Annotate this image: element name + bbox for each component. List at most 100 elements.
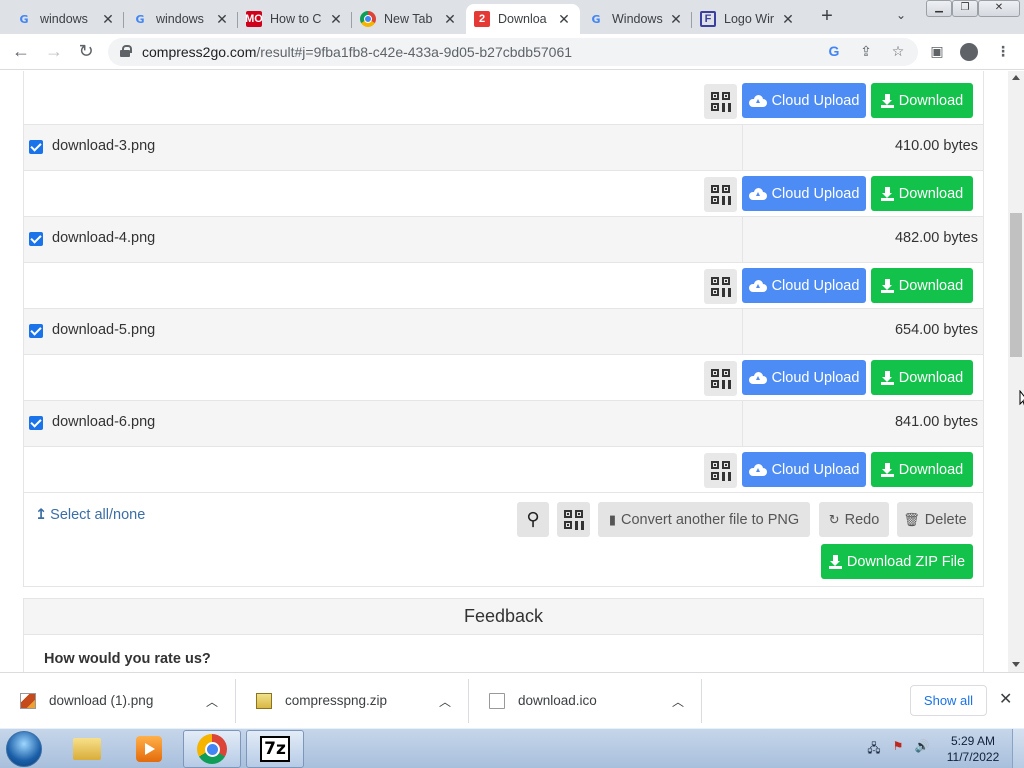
google-g-icon: G bbox=[591, 12, 601, 26]
taskbar-7zip[interactable]: 7z bbox=[246, 730, 304, 768]
download-item[interactable]: compresspng.zip ︿ bbox=[236, 679, 469, 723]
profile-avatar-icon[interactable] bbox=[960, 43, 978, 61]
cloud-upload-label: Cloud Upload bbox=[771, 185, 860, 202]
redo-button[interactable]: ↻ Redo bbox=[819, 502, 889, 537]
download-button[interactable]: Download bbox=[871, 360, 973, 395]
action-center-flag-icon[interactable]: ⚑ bbox=[890, 739, 906, 755]
qr-code-button[interactable] bbox=[704, 453, 737, 488]
tab-close-icon[interactable]: ✕ bbox=[668, 11, 684, 28]
download-zip-button[interactable]: Download ZIP File bbox=[821, 544, 973, 579]
download-button[interactable]: Download bbox=[871, 268, 973, 303]
zip-file-icon bbox=[256, 693, 272, 709]
qr-code-icon bbox=[710, 368, 731, 389]
tab-windows-1[interactable]: G windows ✕ bbox=[8, 4, 124, 34]
tab-download-active[interactable]: 2 Downloa ✕ bbox=[466, 4, 580, 34]
cloud-upload-button[interactable]: Cloud Upload bbox=[742, 83, 866, 118]
delete-button[interactable]: 🗑 Delete bbox=[897, 502, 973, 537]
tab-close-icon[interactable]: ✕ bbox=[100, 11, 116, 28]
taskbar-media-player[interactable] bbox=[120, 730, 178, 768]
forward-arrow-icon[interactable]: → bbox=[44, 42, 64, 62]
cloud-upload-button[interactable]: Cloud Upload bbox=[742, 268, 866, 303]
scroll-down-icon[interactable] bbox=[1012, 662, 1020, 667]
bookmark-star-icon[interactable]: ☆ bbox=[889, 43, 907, 61]
download-zip-label: Download ZIP File bbox=[846, 553, 966, 570]
download-button[interactable]: Download bbox=[871, 83, 973, 118]
tab-close-icon[interactable]: ✕ bbox=[556, 11, 572, 28]
select-all-link[interactable]: ↥ Select all/none bbox=[35, 507, 145, 523]
page-viewport: Cloud Upload Download download-3.png 410… bbox=[0, 71, 1008, 672]
tab-new-tab[interactable]: New Tab ✕ bbox=[352, 4, 466, 34]
file-checkbox[interactable] bbox=[29, 140, 43, 154]
back-arrow-icon[interactable]: ← bbox=[11, 42, 31, 62]
arrow-up-icon: ↥ bbox=[35, 507, 48, 523]
file-checkbox[interactable] bbox=[29, 232, 43, 246]
text-cursor-icon bbox=[1019, 390, 1024, 406]
scroll-up-icon[interactable] bbox=[1012, 75, 1020, 80]
browser-toolbar: ← → ↻ compress2go.com/result#j=9fba1fb8-… bbox=[0, 34, 1024, 70]
system-clock[interactable]: 5:29 AM 11/7/2022 bbox=[940, 733, 1006, 765]
taskbar-chrome[interactable] bbox=[183, 730, 241, 768]
file-checkbox[interactable] bbox=[29, 324, 43, 338]
tab-title: New Tab bbox=[384, 12, 433, 26]
download-item[interactable]: download (1).png ︿ bbox=[0, 679, 236, 723]
scrollbar-thumb[interactable] bbox=[1010, 213, 1022, 357]
reload-icon[interactable]: ↻ bbox=[76, 42, 96, 62]
window-close-icon[interactable]: ✕ bbox=[978, 0, 1020, 17]
new-tab-button[interactable]: + bbox=[816, 6, 838, 28]
minimize-icon[interactable]: ▁ bbox=[926, 0, 952, 17]
tab-strip: G windows ✕ G windows ✕ MO How to C ✕ Ne… bbox=[0, 0, 1024, 34]
download-item-name: download.ico bbox=[518, 693, 597, 708]
close-shelf-icon[interactable]: ✕ bbox=[999, 689, 1012, 709]
tab-close-icon[interactable]: ✕ bbox=[780, 11, 796, 28]
media-player-icon bbox=[136, 736, 162, 762]
side-panel-icon[interactable]: ▣ bbox=[928, 43, 946, 61]
tab-windows-2[interactable]: G windows ✕ bbox=[124, 4, 238, 34]
show-desktop-button[interactable] bbox=[1012, 729, 1024, 768]
start-button-icon[interactable] bbox=[6, 731, 42, 767]
tab-logo[interactable]: F Logo Wir ✕ bbox=[692, 4, 804, 34]
file-checkbox[interactable] bbox=[29, 416, 43, 430]
cloud-upload-button[interactable]: Cloud Upload bbox=[742, 176, 866, 211]
tab-close-icon[interactable]: ✕ bbox=[442, 11, 458, 28]
file-actions-row: Cloud Upload Download bbox=[24, 78, 983, 124]
share-icon[interactable]: ⇪ bbox=[857, 43, 875, 61]
url-text[interactable]: compress2go.com/result#j=9fba1fb8-c42e-4… bbox=[142, 44, 572, 60]
tab-how-to[interactable]: MO How to C ✕ bbox=[238, 4, 352, 34]
google-g-icon: G bbox=[19, 12, 29, 26]
tab-title: Logo Wir bbox=[724, 12, 775, 26]
download-button[interactable]: Download bbox=[871, 452, 973, 487]
download-item[interactable]: download.ico ︿ bbox=[469, 679, 702, 723]
search-button[interactable]: ⚲ bbox=[517, 502, 549, 537]
address-bar[interactable]: compress2go.com/result#j=9fba1fb8-c42e-4… bbox=[108, 38, 918, 66]
cloud-upload-button[interactable]: Cloud Upload bbox=[742, 452, 866, 487]
tab-search-chevron-icon[interactable]: ⌄ bbox=[896, 8, 906, 22]
tab-windows-3[interactable]: G Windows ✕ bbox=[580, 4, 692, 34]
tab-close-icon[interactable]: ✕ bbox=[214, 11, 230, 28]
chevron-up-icon[interactable]: ︿ bbox=[439, 693, 451, 710]
result-files-panel: Cloud Upload Download download-3.png 410… bbox=[23, 71, 984, 587]
page-scrollbar[interactable] bbox=[1008, 71, 1024, 672]
qr-code-all-button[interactable] bbox=[557, 502, 590, 537]
taskbar-file-explorer[interactable] bbox=[58, 730, 116, 768]
download-label: Download bbox=[898, 461, 964, 478]
google-translate-icon[interactable]: G bbox=[825, 43, 843, 61]
volume-icon[interactable]: 🔊 bbox=[914, 739, 930, 755]
convert-another-button[interactable]: ▮ Convert another file to PNG bbox=[598, 502, 810, 537]
restore-icon[interactable]: ❐ bbox=[952, 0, 978, 17]
qr-code-button[interactable] bbox=[704, 361, 737, 396]
qr-code-button[interactable] bbox=[704, 269, 737, 304]
cloud-upload-button[interactable]: Cloud Upload bbox=[742, 360, 866, 395]
chevron-up-icon[interactable]: ︿ bbox=[672, 693, 684, 710]
download-button[interactable]: Download bbox=[871, 176, 973, 211]
file-actions-row: Cloud Upload Download bbox=[24, 446, 983, 492]
chevron-up-icon[interactable]: ︿ bbox=[206, 693, 218, 710]
tab-close-icon[interactable]: ✕ bbox=[328, 11, 344, 28]
tab-title: Windows bbox=[612, 12, 663, 26]
cloud-upload-label: Cloud Upload bbox=[771, 461, 860, 478]
qr-code-button[interactable] bbox=[704, 84, 737, 119]
url-path: /result#j=9fba1fb8-c42e-433a-9d05-b27cbd… bbox=[256, 44, 573, 60]
menu-kebab-icon[interactable]: ⋮ bbox=[994, 43, 1012, 61]
show-all-button[interactable]: Show all bbox=[910, 685, 987, 716]
qr-code-button[interactable] bbox=[704, 177, 737, 212]
network-icon[interactable]: 🖧 bbox=[866, 739, 882, 755]
